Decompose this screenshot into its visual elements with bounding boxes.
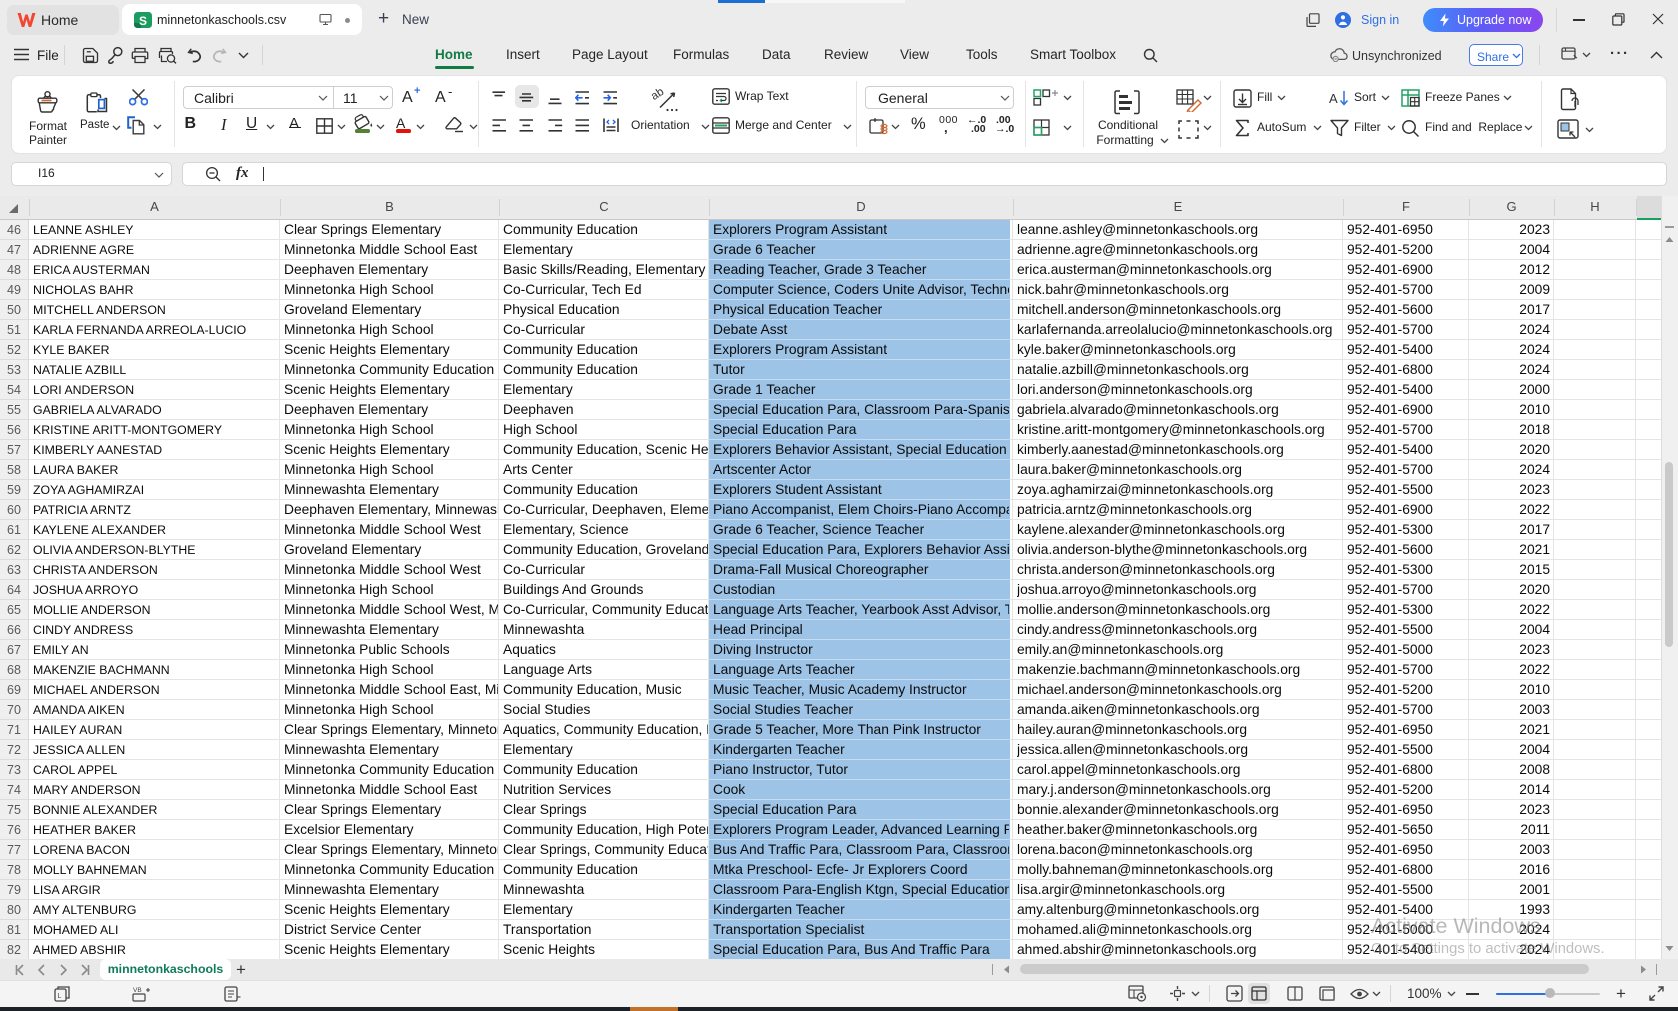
- svg-text:VB: VB: [133, 987, 142, 994]
- svg-text:A: A: [1329, 91, 1338, 106]
- svg-text:ab: ab: [651, 87, 666, 103]
- svg-text:L: L: [58, 993, 62, 1000]
